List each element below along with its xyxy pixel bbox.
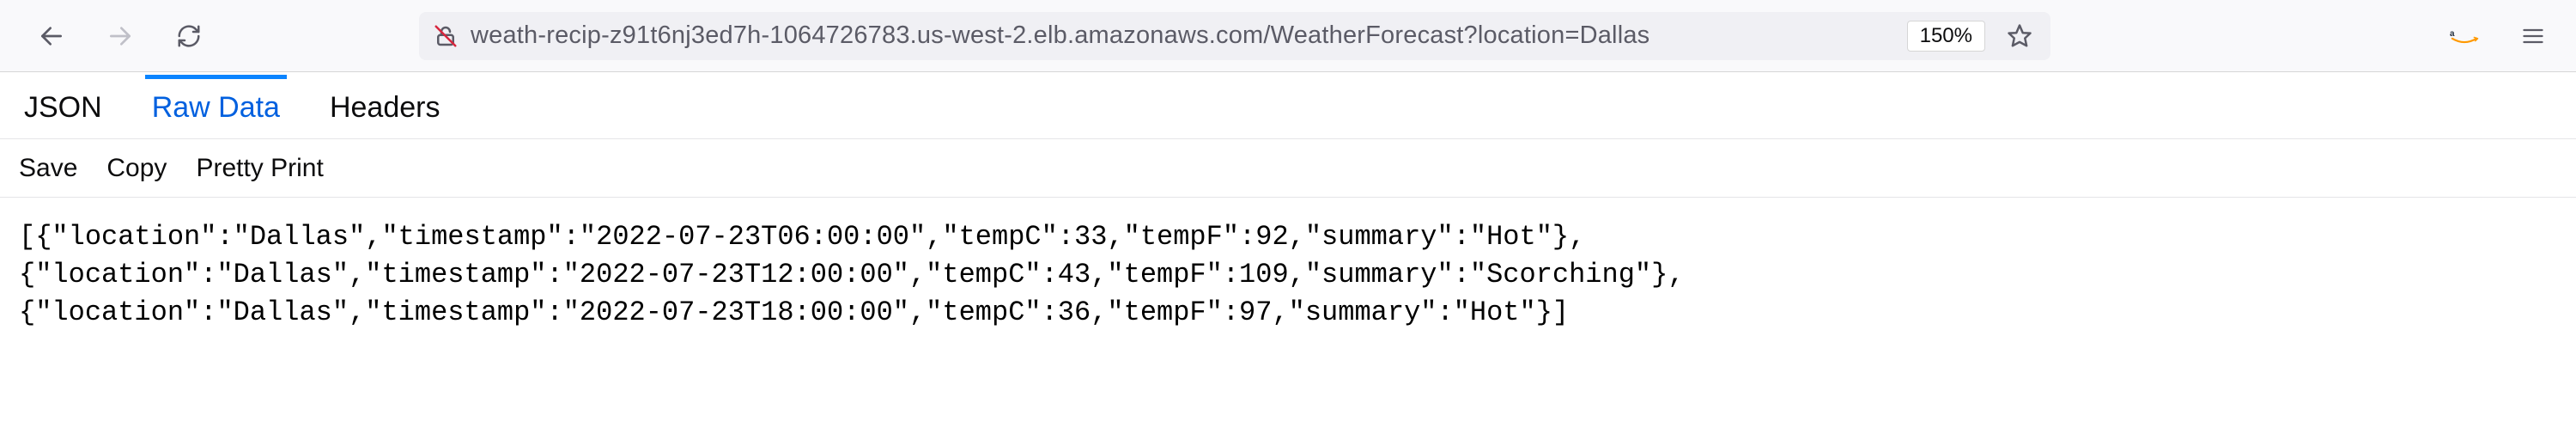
tab-headers[interactable]: Headers <box>323 76 447 138</box>
amazon-smile-icon: a <box>2450 26 2479 46</box>
action-bar: Save Copy Pretty Print <box>0 139 2576 198</box>
browser-toolbar: weath-recip-z91t6nj3ed7h-1064726783.us-w… <box>0 0 2576 72</box>
address-bar[interactable]: weath-recip-z91t6nj3ed7h-1064726783.us-w… <box>419 12 2050 60</box>
bookmark-button[interactable] <box>2002 19 2037 53</box>
hamburger-icon <box>2521 24 2545 48</box>
star-icon <box>2007 23 2032 49</box>
pretty-print-button[interactable]: Pretty Print <box>196 154 323 183</box>
back-button[interactable] <box>34 19 69 53</box>
app-menu-button[interactable] <box>2516 19 2550 53</box>
viewer-tabs: JSON Raw Data Headers <box>0 72 2576 139</box>
save-button[interactable]: Save <box>19 154 77 183</box>
toolbar-right: a <box>2447 19 2550 53</box>
zoom-indicator[interactable]: 150% <box>1907 21 1985 52</box>
insecure-lock-icon <box>433 23 459 49</box>
nav-buttons <box>34 19 206 53</box>
reload-button[interactable] <box>172 19 206 53</box>
extension-icon[interactable]: a <box>2447 19 2482 53</box>
arrow-left-icon <box>38 22 65 50</box>
copy-button[interactable]: Copy <box>106 154 167 183</box>
url-text: weath-recip-z91t6nj3ed7h-1064726783.us-w… <box>471 21 1895 50</box>
raw-json-body[interactable]: [{"location":"Dallas","timestamp":"2022-… <box>0 198 2576 352</box>
tab-raw-data[interactable]: Raw Data <box>145 75 287 138</box>
arrow-right-icon <box>106 22 134 50</box>
tab-json[interactable]: JSON <box>17 76 109 138</box>
svg-text:a: a <box>2450 29 2455 39</box>
reload-icon <box>176 23 202 49</box>
forward-button[interactable] <box>103 19 137 53</box>
